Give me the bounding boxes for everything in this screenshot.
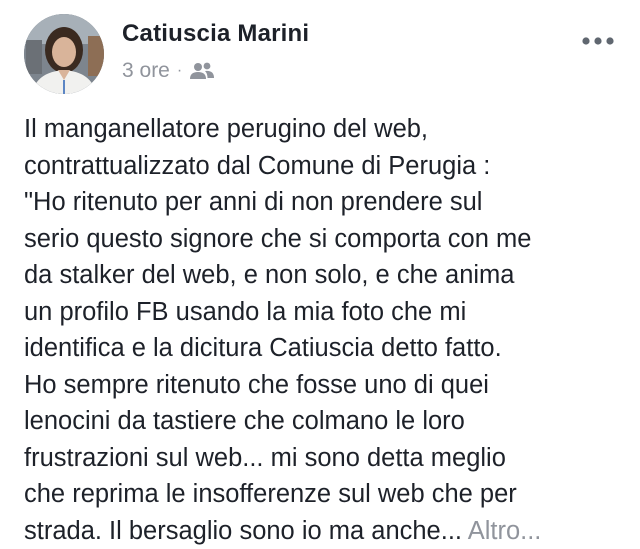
more-options-button[interactable] <box>580 34 616 48</box>
post-text-line: frustrazioni sul web... mi sono detta me… <box>24 440 624 477</box>
post-text-line: lenocini da tastiere che colmano le loro <box>24 403 624 440</box>
see-more-link[interactable]: Altro... <box>468 517 542 545</box>
author-name[interactable]: Catiuscia Marini <box>122 20 309 48</box>
post-text-line: che reprima le insofferenze sul web che … <box>24 476 624 513</box>
friends-icon[interactable] <box>189 61 215 81</box>
post-text-line: "Ho ritenuto per anni di non prendere su… <box>24 184 624 221</box>
avatar-photo <box>24 14 104 94</box>
post-text: Il manganellatore perugino del web, cont… <box>24 111 624 549</box>
post-text-line: strada. Il bersaglio sono io ma anche... <box>24 517 462 545</box>
more-options-icon <box>580 34 616 48</box>
post-text-line: un profilo FB usando la mia foto che mi <box>24 294 624 331</box>
post-text-line: Il manganellatore perugino del web, <box>24 111 624 148</box>
post-text-line: identifica e la dicitura Catiuscia detto… <box>24 330 624 367</box>
post-text-last-line: strada. Il bersaglio sono io ma anche...… <box>24 513 624 549</box>
post-text-line: Ho sempre ritenuto che fosse uno di quei <box>24 367 624 404</box>
post-text-line: da stalker del web, e non solo, e che an… <box>24 257 624 294</box>
avatar[interactable] <box>24 14 104 94</box>
meta-separator: · <box>177 62 182 80</box>
post-text-line: serio questo signore che si comporta con… <box>24 221 624 258</box>
post-header: Catiuscia Marini 3 ore · <box>24 14 620 94</box>
post-meta: 3 ore · <box>122 58 215 84</box>
facebook-post: Catiuscia Marini 3 ore · Il manganellato <box>0 0 640 533</box>
post-text-line: contrattualizzato dal Comune di Perugia … <box>24 148 624 185</box>
post-timestamp[interactable]: 3 ore <box>122 59 170 83</box>
